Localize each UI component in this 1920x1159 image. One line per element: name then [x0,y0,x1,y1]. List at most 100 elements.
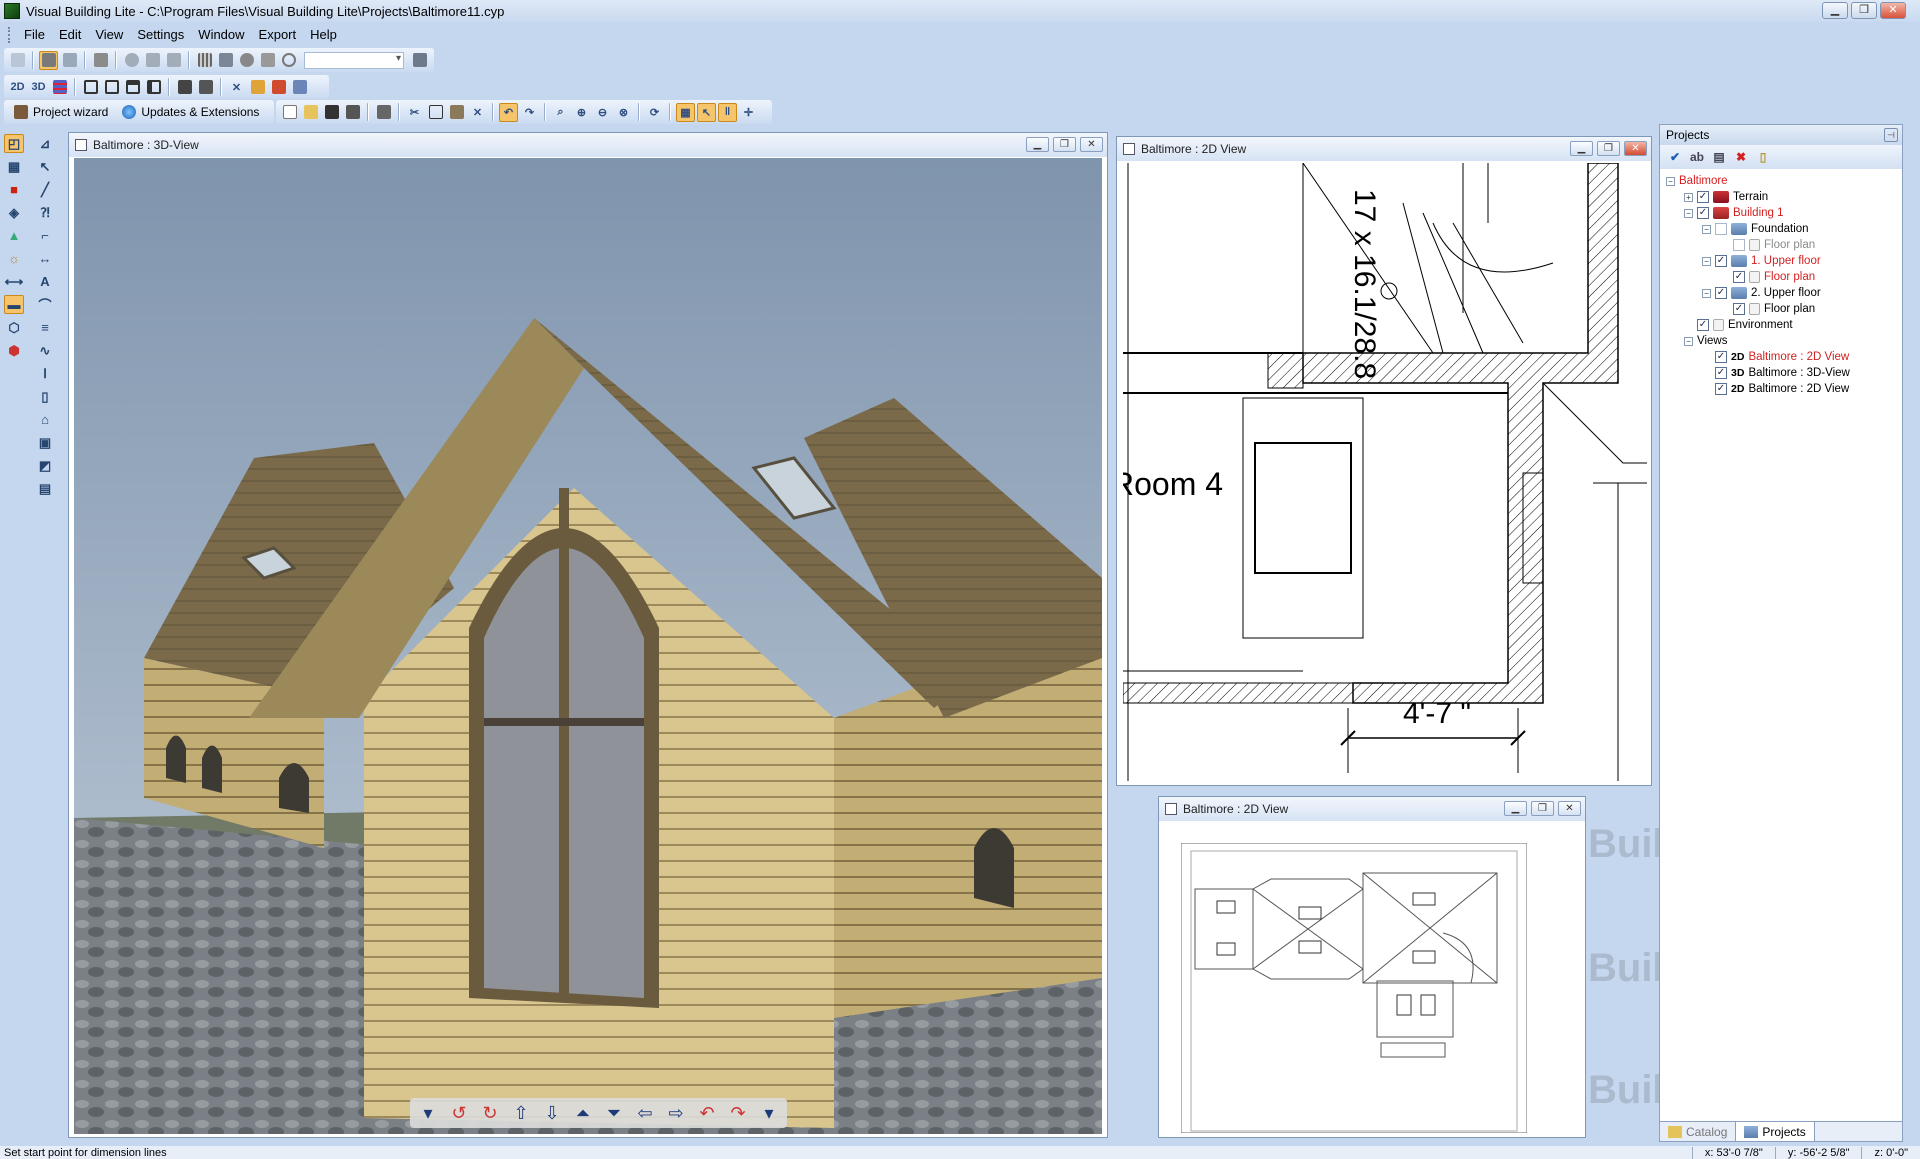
rotate-left-icon[interactable]: ↺ [445,1101,473,1125]
split-view-icon[interactable] [50,78,69,97]
collapse-icon[interactable]: − [1702,224,1711,234]
hammer-icon[interactable] [248,78,267,97]
window-2d-top-close-button[interactable]: ✕ [1624,141,1647,156]
tree-item-floor-plan[interactable]: ✓ Floor plan [1666,269,1902,285]
window-2d-bottom-minimize-button[interactable]: ▁ [1504,801,1527,816]
mirror-icon[interactable] [143,51,162,70]
catalog-toggle-icon[interactable] [39,50,58,70]
tilt-up-icon[interactable]: ⏶ [569,1101,597,1125]
tree-item-environment[interactable]: ✓ Environment [1666,317,1902,333]
camera-view-icon[interactable] [175,78,194,97]
text-tool-icon[interactable]: A [35,272,55,291]
nav-options-icon[interactable]: ▾ [755,1101,783,1125]
grid-category-icon[interactable]: ▦ [4,157,24,176]
lighting-category-icon[interactable]: ☼ [4,249,24,268]
refresh-icon[interactable]: ⟳ [645,103,664,122]
rotate-icon[interactable] [122,51,141,70]
collapse-icon[interactable]: − [1702,256,1711,266]
rotate-right-icon[interactable]: ↻ [476,1101,504,1125]
pin-icon[interactable]: ⊣ [1884,128,1898,142]
copy-object-icon[interactable] [60,51,79,70]
shape-icon[interactable] [8,51,27,70]
floor-plan-overview[interactable] [1181,843,1527,1133]
menu-file[interactable]: File [17,24,52,46]
texture-icon[interactable] [237,51,256,70]
project-wizard-button[interactable]: Project wizard [8,102,114,122]
door-tool-icon[interactable]: ▯ [35,387,55,406]
target-icon[interactable] [279,51,298,70]
environment-checkbox[interactable]: ✓ [1697,319,1709,331]
tree-item-views[interactable]: − Views [1666,333,1902,349]
arc-tool-icon[interactable]: ⌒ [35,295,55,314]
open-folder-icon[interactable] [301,103,320,122]
building-checkbox[interactable]: ✓ [1697,207,1709,219]
minimize-button[interactable]: ▁ [1822,2,1848,19]
zoom-out-icon[interactable]: ⊖ [593,103,612,122]
pointer-snap-icon[interactable]: ↖ [697,102,716,122]
hatch-tool-icon[interactable]: ≡ [35,318,55,337]
window-2d-bottom-titlebar[interactable]: Baltimore : 2D View ▁ ❐ ✕ [1159,797,1585,821]
new-item-icon[interactable]: ▯ [1754,148,1772,166]
menu-edit[interactable]: Edit [52,24,88,46]
terrain-checkbox[interactable]: ✓ [1697,191,1709,203]
window-3d-titlebar[interactable]: Baltimore : 3D-View ▁ ❐ ✕ [69,133,1107,157]
zoom-fit-icon[interactable]: ⊗ [614,103,633,122]
stairs-tool-icon[interactable]: ⊿ [35,134,55,153]
polyline-tool-icon[interactable]: ⌐ [35,226,55,245]
copy-icon[interactable] [426,103,445,122]
window-2d-view-top[interactable]: Baltimore : 2D View ▁ ❐ ✕ 4'-7 " oom 4 1… [1116,136,1652,786]
turn-right-icon[interactable]: ↷ [724,1101,752,1125]
tree-item-view-3d[interactable]: ✓ 3D Baltimore : 3D-View [1666,365,1902,381]
restore-button[interactable]: ❐ [1851,2,1877,19]
window-3d-close-button[interactable]: ✕ [1080,137,1103,152]
tree-item-upper-floor-2[interactable]: − ✓ 2. Upper floor [1666,285,1902,301]
view-checkbox[interactable]: ✓ [1715,351,1727,363]
tile-horizontal-icon[interactable] [123,78,142,97]
tree-item-baltimore[interactable]: − Baltimore [1666,173,1902,189]
save-icon[interactable] [322,103,341,122]
tree-item-floor-plan[interactable]: Floor plan [1666,237,1902,253]
floor-plan-checkbox[interactable]: ✓ [1733,303,1745,315]
curve-tool-icon[interactable]: ∿ [35,341,55,360]
redo-icon[interactable]: ↷ [520,103,539,122]
window-3d-minimize-button[interactable]: ▁ [1026,137,1049,152]
search-people-icon[interactable] [410,51,429,70]
upper-floor-2-checkbox[interactable]: ✓ [1715,287,1727,299]
move-up-icon[interactable]: ⇧ [507,1101,535,1125]
roof-category-icon[interactable]: ■ [4,180,24,199]
updates-button[interactable]: Updates & Extensions [116,102,265,122]
save-all-icon[interactable] [343,103,362,122]
tree-item-view-2d-b[interactable]: ✓ 2D Baltimore : 2D View [1666,381,1902,397]
menu-settings[interactable]: Settings [130,24,191,46]
collapse-icon[interactable]: − [1702,288,1711,298]
zoom-in-icon[interactable]: ⊕ [572,103,591,122]
tab-projects[interactable]: Projects [1735,1122,1815,1141]
window-2d-bottom-restore-button[interactable]: ❐ [1531,801,1554,816]
tile-vertical-icon[interactable] [144,78,163,97]
rename-icon[interactable]: ab [1688,148,1706,166]
window-icon[interactable] [81,78,100,97]
close-button[interactable]: ✕ [1880,2,1906,19]
window-2d-top-restore-button[interactable]: ❐ [1597,141,1620,156]
cut-icon[interactable]: ✂ [405,103,424,122]
tilt-down-icon[interactable]: ⏷ [600,1101,628,1125]
objects-category-icon[interactable]: ◈ [4,203,24,222]
window-tool-icon[interactable]: ⌂ [35,410,55,429]
menu-view[interactable]: View [88,24,130,46]
undo-icon[interactable]: ↶ [499,102,518,122]
3d-viewport[interactable] [74,158,1102,1134]
collapse-icon[interactable]: − [1684,208,1693,218]
nav-dropdown-icon[interactable]: ▾ [414,1101,442,1125]
tree-item-view-2d-a[interactable]: ✓ 2D Baltimore : 2D View [1666,349,1902,365]
grid-snap-icon[interactable]: ▦ [676,102,695,122]
move-down-icon[interactable]: ⇩ [538,1101,566,1125]
upper-floor-1-checkbox[interactable]: ✓ [1715,255,1727,267]
select-tool-icon[interactable]: ↖ [35,157,55,176]
terrain-category-icon[interactable]: ▲ [4,226,24,245]
new-file-icon[interactable] [280,103,299,122]
window-2d-view-bottom[interactable]: Baltimore : 2D View ▁ ❐ ✕ [1158,796,1586,1138]
move-right-icon[interactable]: ⇨ [662,1101,690,1125]
print-icon[interactable] [374,103,393,122]
move-left-icon[interactable]: ⇦ [631,1101,659,1125]
3d-view-button[interactable]: 3D [29,78,48,97]
